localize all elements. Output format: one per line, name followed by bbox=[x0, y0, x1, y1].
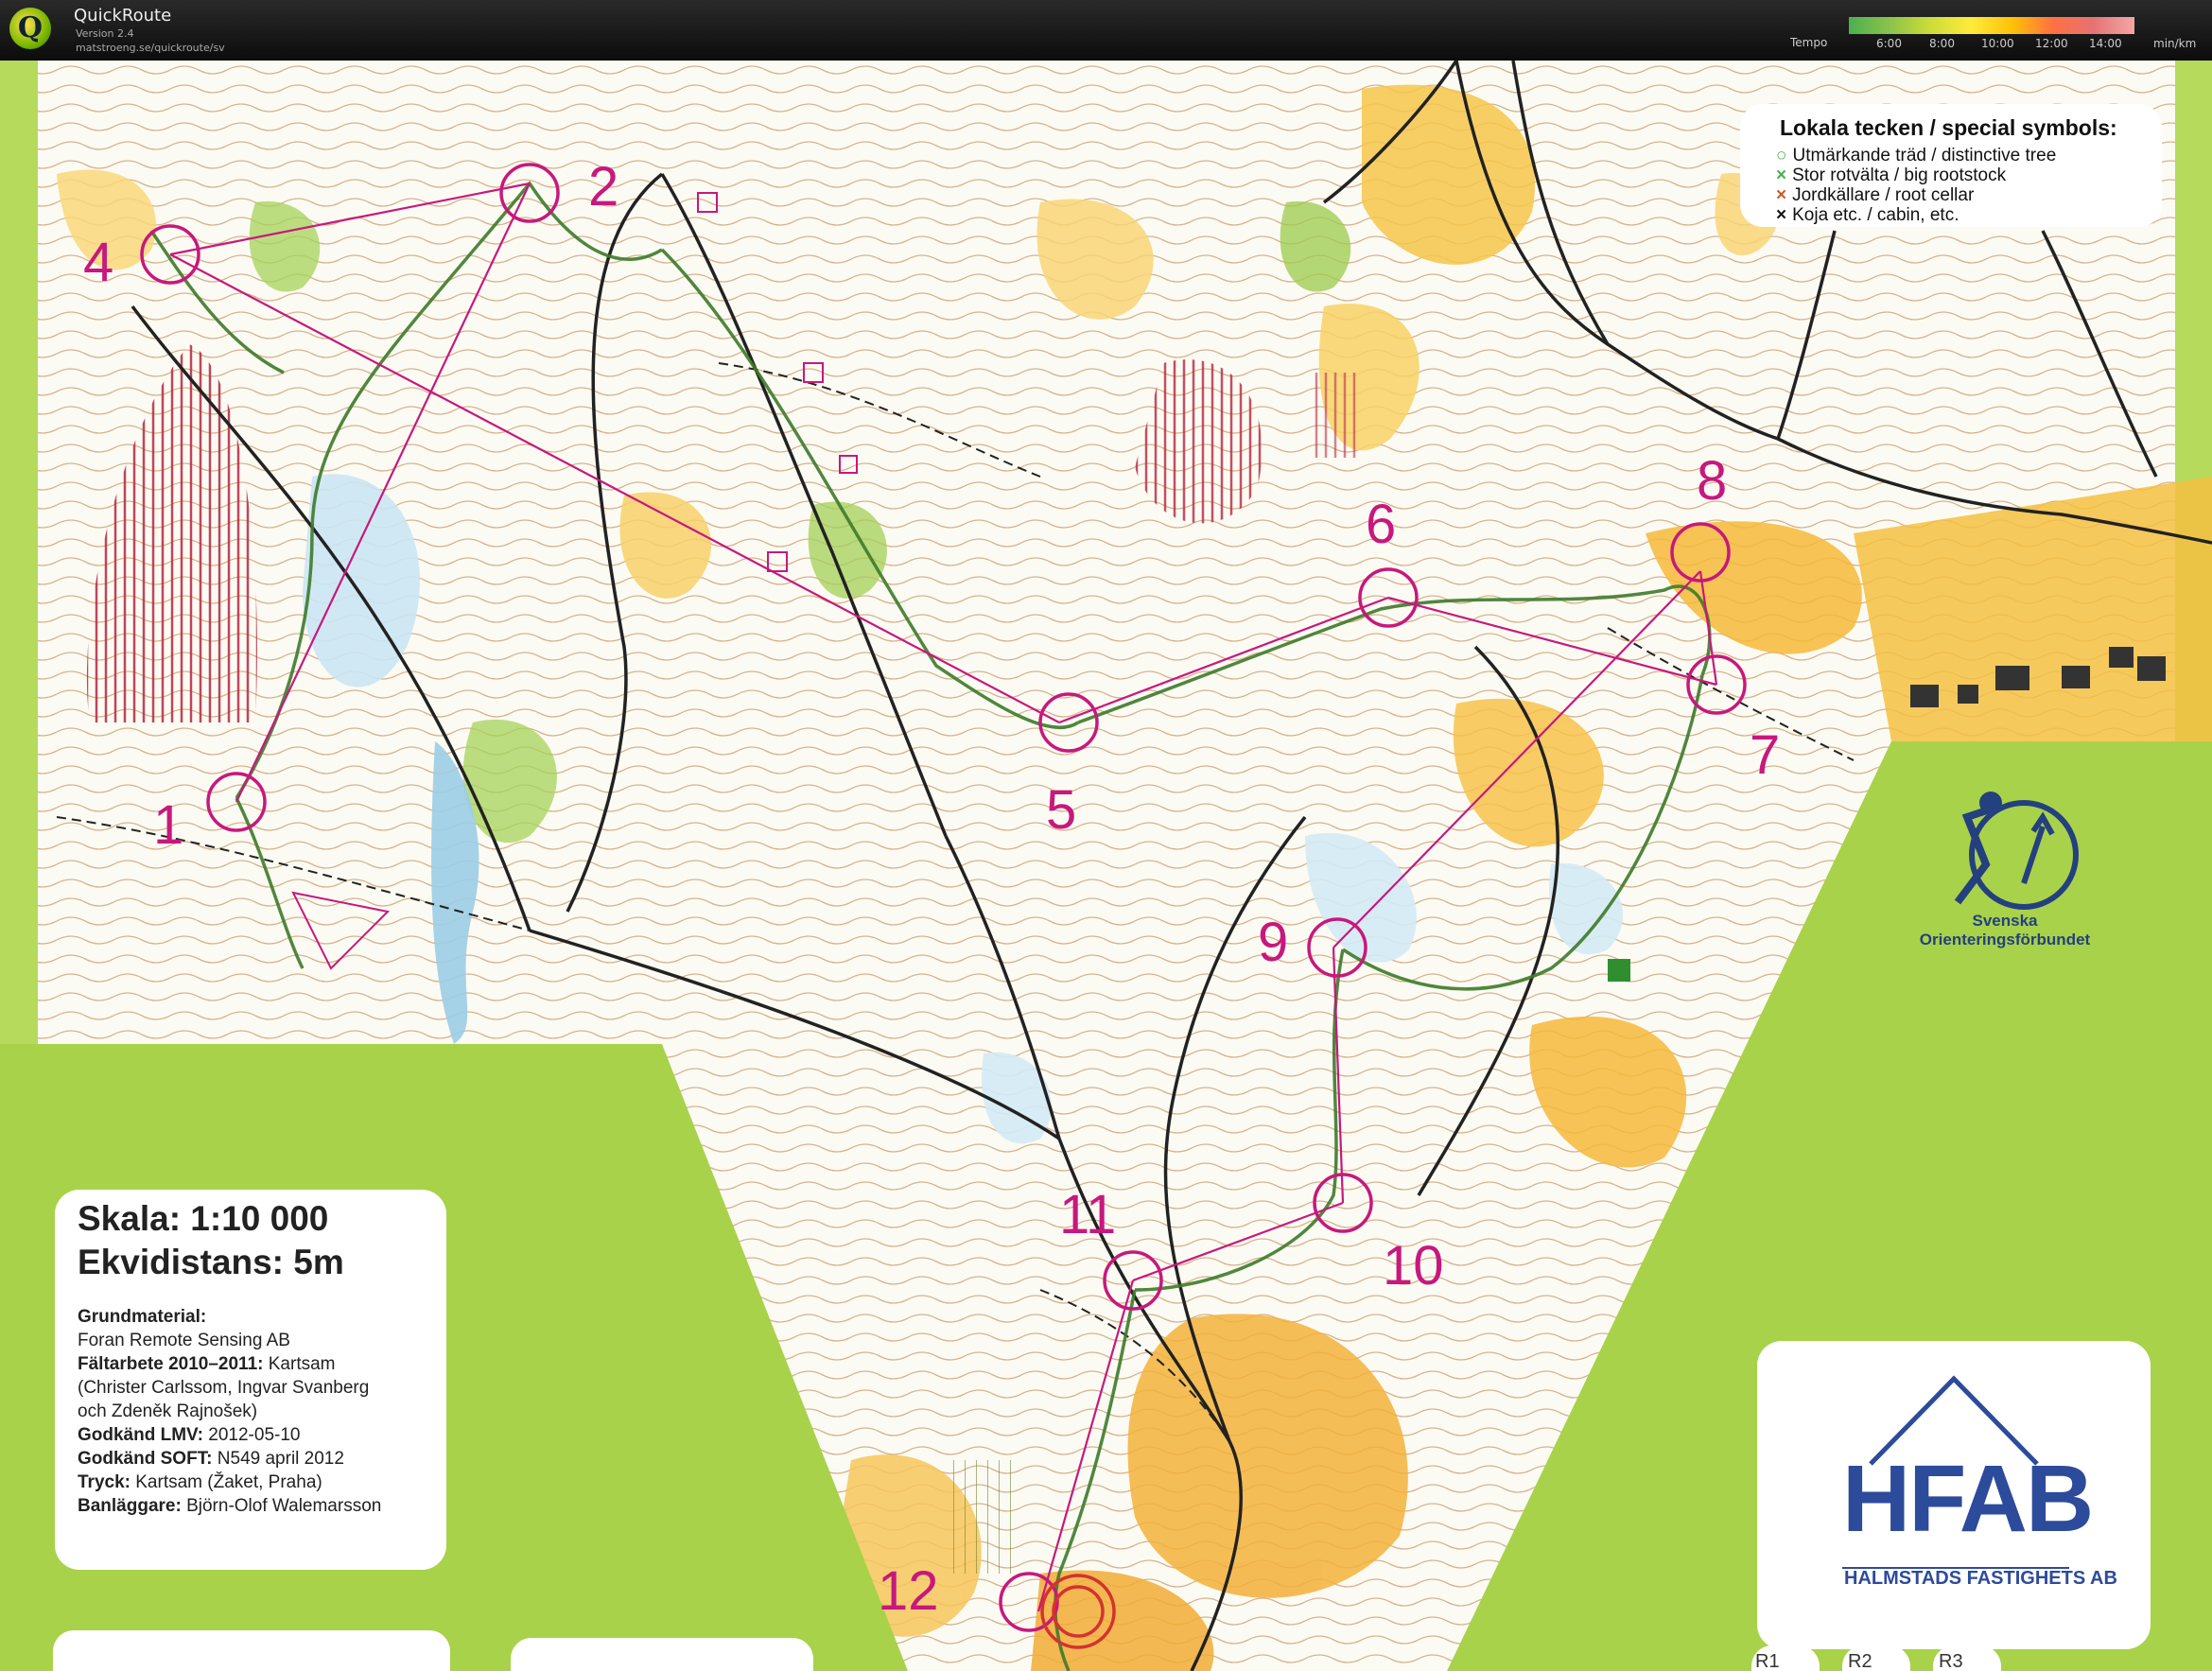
app-url[interactable]: matstroeng.se/quickroute/sv bbox=[76, 42, 225, 54]
map-info-box: Skala: 1:10 000 Ekvidistans: 5m Grundmat… bbox=[55, 1190, 446, 1570]
legend-item: ○ Utmärkande träd / distinctive tree bbox=[1776, 146, 2057, 165]
distinctive-tree-icon: ○ bbox=[1776, 146, 1787, 165]
control-number: 6 bbox=[1366, 494, 1397, 555]
control-number: 8 bbox=[1697, 450, 1728, 512]
info-line: Grundmaterial: bbox=[78, 1307, 207, 1327]
sponsor-name: HALMSTADS FASTIGHETS AB bbox=[1844, 1568, 2117, 1589]
sponsor-box: HFAB HALMSTADS FASTIGHETS AB bbox=[1757, 1341, 2151, 1649]
tempo-tick: 12:00 bbox=[2035, 37, 2068, 50]
tempo-tick: 6:00 bbox=[1876, 37, 1902, 50]
contour-interval: Ekvidistans: 5m bbox=[78, 1243, 344, 1281]
quickroute-logo-icon: Q bbox=[9, 8, 51, 49]
route-tab[interactable]: R2 bbox=[1848, 1651, 1872, 1671]
rootstock-icon: × bbox=[1776, 165, 1787, 185]
orienteering-map[interactable]: 1 2 4 5 6 7 8 9 10 11 12 Lokala tecken /… bbox=[0, 61, 2212, 1671]
control-number: 5 bbox=[1046, 779, 1077, 841]
legend-item: × Stor rotvälta / big rootstock bbox=[1776, 165, 2007, 185]
legend-title: Lokala tecken / special symbols: bbox=[1780, 115, 2117, 140]
route-tab[interactable]: R1 bbox=[1755, 1651, 1780, 1671]
control-number: 4 bbox=[83, 232, 114, 293]
app-name: QuickRoute bbox=[74, 6, 172, 26]
tempo-tick: 14:00 bbox=[2089, 37, 2122, 50]
tempo-color-scale bbox=[1849, 17, 2134, 34]
legend-item: × Jordkällare / root cellar bbox=[1776, 185, 1975, 205]
root-cellar-icon: × bbox=[1776, 185, 1787, 205]
title-bar: Q QuickRoute Version 2.4 matstroeng.se/q… bbox=[0, 0, 2212, 61]
info-line: Tryck: Kartsam (Žaket, Praha) bbox=[78, 1472, 322, 1492]
tempo-unit: min/km bbox=[2153, 37, 2197, 50]
control-number: 11 bbox=[1059, 1184, 1117, 1245]
cabin-icon: × bbox=[1776, 205, 1787, 225]
tempo-label: Tempo bbox=[1790, 36, 1828, 49]
info-line: Godkänd LMV: 2012-05-10 bbox=[78, 1425, 301, 1445]
info-line: Fältarbete 2010–2011: Kartsam bbox=[78, 1354, 336, 1374]
control-number: 1 bbox=[153, 794, 184, 856]
info-line: Godkänd SOFT: N549 april 2012 bbox=[78, 1449, 344, 1469]
info-line: och Zdeněk Rajnošek) bbox=[78, 1401, 258, 1421]
sponsor-logo: HFAB bbox=[1842, 1446, 2094, 1552]
info-line: Foran Remote Sensing AB bbox=[78, 1331, 290, 1350]
control-number: 7 bbox=[1750, 724, 1781, 786]
special-symbols-legend: Lokala tecken / special symbols: ○ Utmärk… bbox=[1740, 104, 2162, 227]
bottom-box bbox=[53, 1630, 450, 1671]
tempo-tick: 10:00 bbox=[1981, 37, 2014, 50]
control-number: 12 bbox=[878, 1560, 939, 1622]
control-number: 10 bbox=[1383, 1235, 1444, 1297]
control-number: 2 bbox=[588, 156, 619, 218]
federation-name: Svenska Orienteringsförbundet bbox=[1919, 912, 2091, 949]
info-line: Banläggare: Björn-Olof Walemarsson bbox=[78, 1496, 382, 1516]
info-line: (Christer Carlssom, Ingvar Svanberg bbox=[78, 1378, 370, 1398]
legend-item: × Koja etc. / cabin, etc. bbox=[1776, 205, 1959, 225]
app-version: Version 2.4 bbox=[76, 27, 134, 40]
map-scale: Skala: 1:10 000 bbox=[78, 1199, 329, 1238]
control-number: 9 bbox=[1258, 912, 1289, 973]
tempo-tick: 8:00 bbox=[1929, 37, 1955, 50]
bottom-box bbox=[511, 1638, 813, 1671]
route-tab[interactable]: R3 bbox=[1939, 1651, 1963, 1671]
